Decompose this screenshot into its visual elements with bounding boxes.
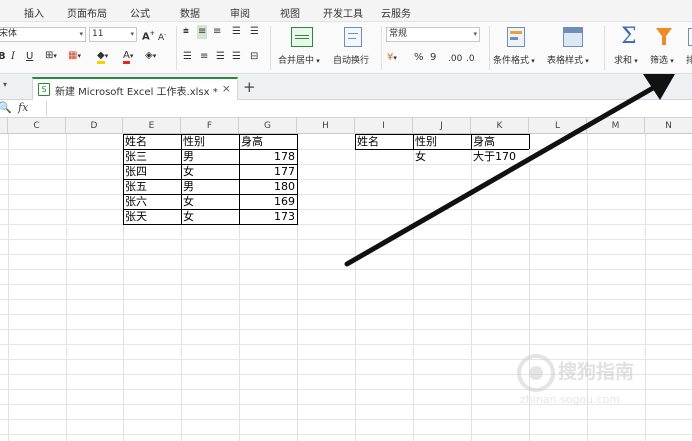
annotation-arrow [344,74,675,267]
arrow-shaft [344,85,656,267]
arrow-head [643,74,675,100]
